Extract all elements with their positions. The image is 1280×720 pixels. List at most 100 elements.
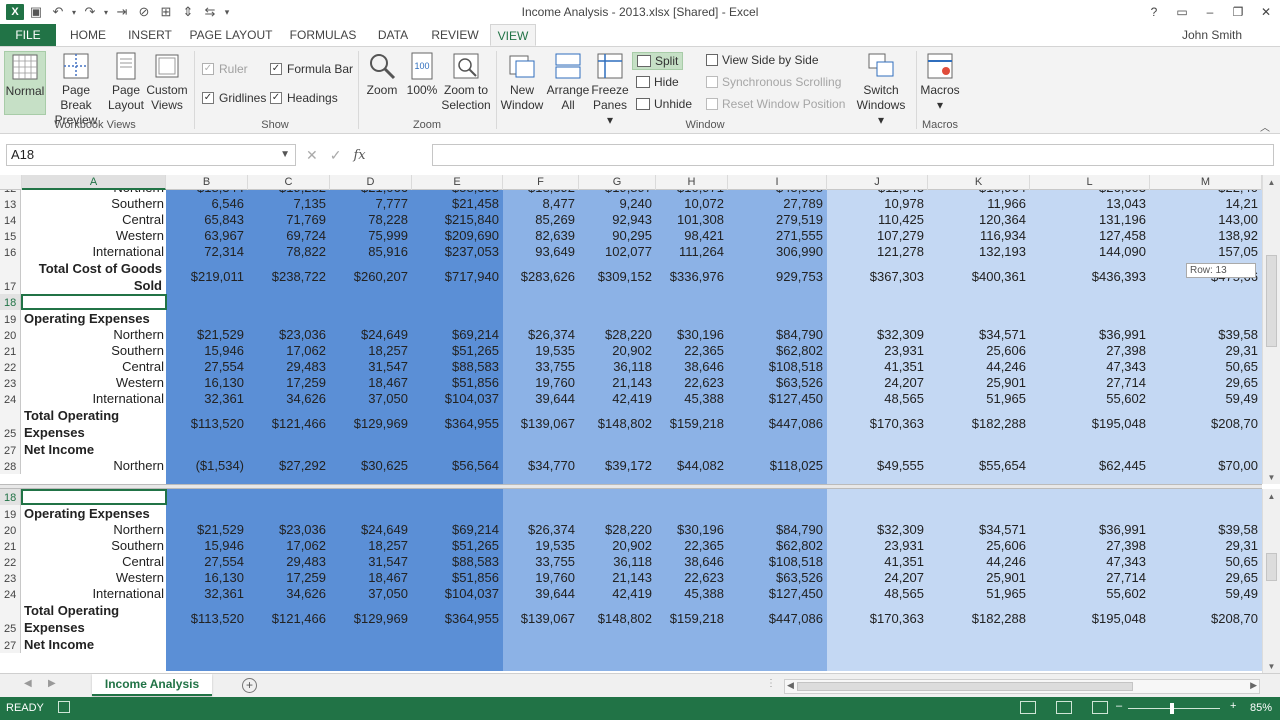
row-label[interactable]: Net Income	[22, 636, 166, 653]
value-cell[interactable]: $400,361	[928, 260, 1030, 294]
enter-entry-icon[interactable]: ✓	[330, 147, 342, 164]
value-cell[interactable]: 306,990	[728, 244, 827, 260]
zoom-in-icon[interactable]: +	[1230, 700, 1236, 712]
value-cell[interactable]: $159,218	[656, 602, 728, 636]
row-header[interactable]: 20	[0, 327, 21, 343]
value-cell[interactable]: $36,991	[1030, 522, 1150, 538]
value-cell[interactable]: 42,419	[579, 391, 656, 407]
value-cell[interactable]: 110,425	[827, 212, 928, 228]
value-cell[interactable]: $34,571	[928, 327, 1030, 343]
value-cell[interactable]: 27,789	[728, 196, 827, 212]
value-cell[interactable]: $69,214	[412, 327, 503, 343]
value-cell[interactable]: 19,535	[503, 343, 579, 359]
value-cell[interactable]: $121,466	[248, 407, 330, 441]
value-cell[interactable]: 18,467	[330, 375, 412, 391]
scroll-down-icon[interactable]: ▼	[1263, 473, 1280, 482]
value-cell[interactable]: $182,288	[928, 407, 1030, 441]
view-side-by-side-button[interactable]: View Side by Side	[706, 53, 819, 67]
row-label[interactable]: Western	[22, 570, 166, 586]
value-cell[interactable]: 23,931	[827, 343, 928, 359]
value-cell[interactable]: $195,048	[1030, 602, 1150, 636]
column-header-c[interactable]: C	[248, 175, 330, 190]
value-cell[interactable]: $21,458	[412, 196, 503, 212]
row-label[interactable]: Western	[22, 228, 166, 244]
row-label[interactable]: International	[22, 244, 166, 260]
value-cell[interactable]: 71,769	[248, 212, 330, 228]
value-cell[interactable]: 18,467	[330, 570, 412, 586]
page-break-status-icon[interactable]	[1092, 701, 1108, 714]
value-cell[interactable]: 78,228	[330, 212, 412, 228]
value-cell[interactable]: $208,70	[1150, 602, 1262, 636]
value-cell[interactable]: 15,946	[166, 343, 248, 359]
value-cell[interactable]: 36,118	[579, 359, 656, 375]
row-header[interactable]: 28	[0, 458, 21, 474]
value-cell[interactable]: 29,65	[1150, 375, 1262, 391]
value-cell[interactable]: 17,259	[248, 570, 330, 586]
value-cell[interactable]: 18,257	[330, 343, 412, 359]
value-cell[interactable]: $238,722	[248, 260, 330, 294]
value-cell[interactable]: 25,901	[928, 570, 1030, 586]
value-cell[interactable]: 14,21	[1150, 196, 1262, 212]
tab-review[interactable]: REVIEW	[426, 24, 484, 46]
value-cell[interactable]: 111,264	[656, 244, 728, 260]
tab-file[interactable]: FILE	[0, 24, 56, 46]
value-cell[interactable]: 32,361	[166, 586, 248, 602]
value-cell[interactable]: $21,529	[166, 522, 248, 538]
minimize-icon[interactable]: –	[1196, 0, 1224, 24]
value-cell[interactable]: 45,388	[656, 391, 728, 407]
value-cell[interactable]: $39,58	[1150, 522, 1262, 538]
value-cell[interactable]: $30,196	[656, 522, 728, 538]
value-cell[interactable]: 19,760	[503, 375, 579, 391]
value-cell[interactable]: $260,207	[330, 260, 412, 294]
value-cell[interactable]: $219,011	[166, 260, 248, 294]
grid-pane-bottom[interactable]: 18 19 Operating Expenses 20 Northern $21,529 $…	[0, 489, 1262, 671]
row-label[interactable]: Central	[22, 359, 166, 375]
value-cell[interactable]: $159,218	[656, 407, 728, 441]
chevron-down-icon[interactable]: ▼	[280, 145, 290, 165]
help-icon[interactable]: ?	[1140, 0, 1168, 24]
value-cell[interactable]: 29,483	[248, 554, 330, 570]
row-label[interactable]: Central	[22, 212, 166, 228]
value-cell[interactable]: $148,802	[579, 602, 656, 636]
horizontal-scrollbar[interactable]: ◀ ▶	[784, 679, 1260, 694]
row-header[interactable]: 21	[0, 343, 21, 359]
value-cell[interactable]: 10,072	[656, 196, 728, 212]
scroll-thumb[interactable]	[1266, 255, 1277, 347]
row-label[interactable]: Total Operating Expenses	[22, 407, 166, 441]
row-header[interactable]: 27	[0, 636, 21, 653]
tab-home[interactable]: HOME	[62, 24, 114, 46]
zoom-button[interactable]: Zoom	[364, 51, 400, 98]
value-cell[interactable]: $113,520	[166, 407, 248, 441]
row-header[interactable]: 22	[0, 554, 21, 570]
value-cell[interactable]: $127,450	[728, 391, 827, 407]
scroll-right-icon[interactable]: ▶	[1250, 680, 1257, 691]
row-header[interactable]: 23	[0, 375, 21, 391]
value-cell[interactable]: $139,067	[503, 407, 579, 441]
value-cell[interactable]: 21,143	[579, 570, 656, 586]
row-label[interactable]: Total Operating Expenses	[22, 602, 166, 636]
value-cell[interactable]: 27,398	[1030, 538, 1150, 554]
value-cell[interactable]: 29,483	[248, 359, 330, 375]
value-cell[interactable]: 37,050	[330, 391, 412, 407]
value-cell[interactable]: 25,901	[928, 375, 1030, 391]
zoom-slider-knob[interactable]	[1170, 703, 1174, 714]
value-cell[interactable]: 36,118	[579, 554, 656, 570]
value-cell[interactable]: 121,278	[827, 244, 928, 260]
row-header[interactable]: 25	[0, 602, 21, 636]
row-header[interactable]: 17	[0, 260, 21, 294]
value-cell[interactable]: 127,458	[1030, 228, 1150, 244]
column-header-i[interactable]: I	[728, 175, 827, 190]
value-cell[interactable]: 72,314	[166, 244, 248, 260]
zoom-slider[interactable]	[1128, 708, 1220, 709]
sheet-tab-income-analysis[interactable]: Income Analysis	[92, 674, 212, 696]
row-label[interactable]: International	[22, 586, 166, 602]
value-cell[interactable]: 98,421	[656, 228, 728, 244]
row-label[interactable]: Net Income	[22, 441, 166, 458]
column-header-l[interactable]: L	[1030, 175, 1150, 190]
value-cell[interactable]: $70,00	[1150, 458, 1262, 474]
value-cell[interactable]: $364,955	[412, 602, 503, 636]
row-label[interactable]: Operating Expenses	[22, 505, 166, 522]
column-header-g[interactable]: G	[579, 175, 656, 190]
value-cell[interactable]: 19,760	[503, 570, 579, 586]
split-button[interactable]: Split	[632, 52, 684, 70]
